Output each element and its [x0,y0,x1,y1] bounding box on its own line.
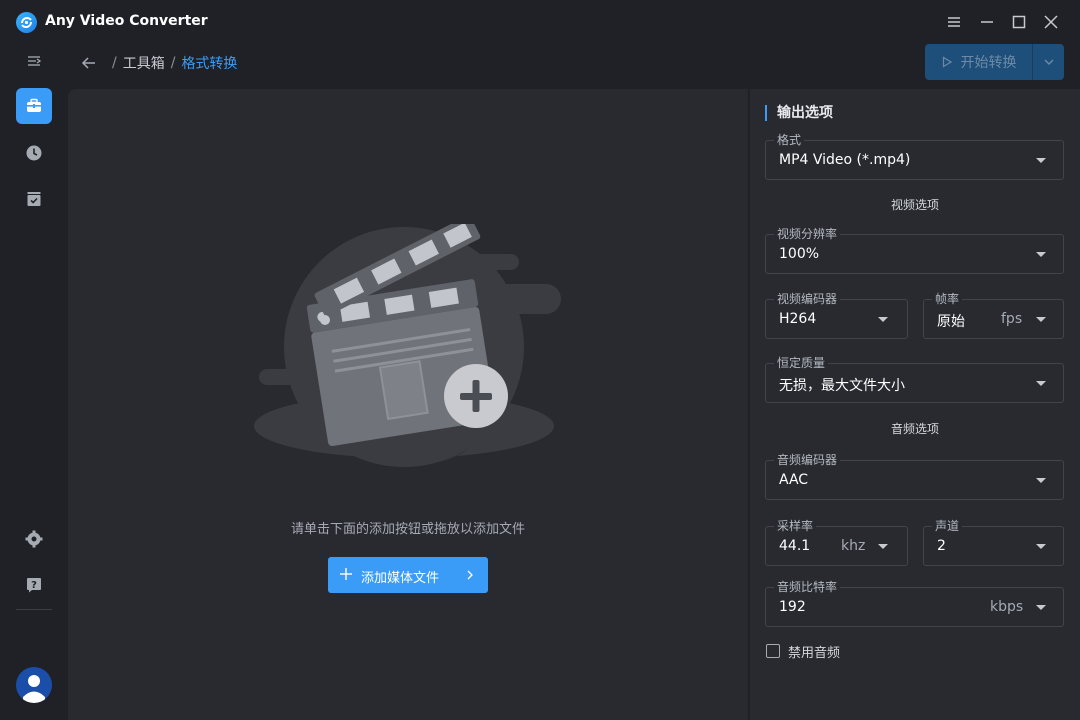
caret-down-icon [1036,317,1046,322]
caret-down-icon [878,317,888,322]
add-media-label: 添加媒体文件 [361,571,440,586]
quality-value: 无损，最大文件大小 [779,378,905,394]
video-codec-select[interactable]: 视频编码器 H264 [765,292,908,339]
sample-rate-label: 采样率 [774,519,817,533]
breadcrumb-format-convert: 格式转换 [181,56,238,72]
audio-codec-select[interactable]: 音频编码器 AAC [765,453,1064,500]
help-icon[interactable]: ? [16,567,52,603]
channels-select[interactable]: 声道 2 [923,519,1064,566]
close-icon[interactable] [1041,12,1061,32]
channels-value: 2 [937,538,946,554]
svg-text:?: ? [31,580,37,591]
back-arrow-icon[interactable] [80,54,98,72]
audio-codec-value: AAC [779,472,809,488]
framerate-value: 原始 [937,314,965,330]
caret-down-icon [1036,158,1046,163]
resolution-label: 视频分辨率 [774,227,841,241]
settings-icon[interactable] [16,521,52,557]
framerate-label: 帧率 [932,292,963,306]
output-options-panel: 输出选项 格式 MP4 Video (*.mp4) 视频选项 视频分辨率 100… [749,89,1080,720]
main-menu-icon[interactable] [944,12,964,32]
tasks-icon[interactable] [16,181,52,217]
caret-down-icon [1036,605,1046,610]
disable-audio-checkbox[interactable] [766,644,780,658]
maximize-icon[interactable] [1009,12,1029,32]
audio-bitrate-unit: kbps [990,599,1024,615]
play-icon [942,56,952,68]
quality-label: 恒定质量 [774,356,829,370]
video-codec-label: 视频编码器 [774,292,841,306]
quality-select[interactable]: 恒定质量 无损，最大文件大小 [765,356,1064,403]
breadcrumb-separator: / [170,55,176,71]
add-media-button[interactable]: 添加媒体文件 [328,557,488,593]
format-label: 格式 [774,133,805,147]
chevron-right-icon [467,570,473,580]
chevron-down-icon [1044,59,1053,65]
audio-options-heading: 音频选项 [890,422,939,436]
audio-bitrate-value: 192 [779,599,806,615]
minimize-icon[interactable] [977,12,997,32]
disable-audio-label: 禁用音频 [788,645,841,661]
user-avatar[interactable] [16,667,52,703]
sample-rate-select[interactable]: 采样率 44.1 khz [765,519,908,566]
caret-down-icon [1036,381,1046,386]
toolbox-icon[interactable] [16,88,52,124]
history-icon[interactable] [16,135,52,171]
audio-codec-label: 音频编码器 [774,453,841,467]
sample-rate-unit: khz [841,538,866,554]
start-convert-label: 开始转换 [960,55,1017,71]
title-bar: Any Video Converter [0,0,1080,44]
video-codec-value: H264 [779,311,817,327]
audio-bitrate-select[interactable]: 音频比特率 192 kbps [765,580,1064,627]
channels-label: 声道 [932,519,963,533]
menu-collapse-icon[interactable] [16,44,52,80]
resolution-value: 100% [779,246,820,262]
caret-down-icon [1036,544,1046,549]
breadcrumb-separator: / [112,55,117,71]
app-logo-icon [16,12,37,33]
breadcrumb-toolbox[interactable]: 工具箱 [123,53,165,73]
breadcrumb: / 工具箱 / 格式转换 [80,52,237,74]
sample-rate-value: 44.1 [779,538,811,554]
file-drop-zone[interactable]: 请单击下面的添加按钮或拖放以添加文件 添加媒体文件 [68,89,748,720]
app-title: Any Video Converter [45,13,208,29]
framerate-select[interactable]: 帧率 原始 fps [923,292,1064,339]
caret-down-icon [878,544,888,549]
caret-down-icon [1036,252,1046,257]
resolution-select[interactable]: 视频分辨率 100% [765,227,1064,274]
framerate-unit: fps [1001,311,1023,327]
start-convert-group: 开始转换 [925,44,1064,80]
clapperboard-illustration [254,224,561,467]
format-select[interactable]: 格式 MP4 Video (*.mp4) [765,133,1064,180]
format-value: MP4 Video (*.mp4) [779,152,911,168]
video-options-heading: 视频选项 [890,198,939,212]
caret-down-icon [1036,478,1046,483]
start-convert-dropdown[interactable] [1032,44,1064,80]
sidebar-divider [16,609,52,610]
output-options-title: 输出选项 [765,105,833,121]
drop-hint-text: 请单击下面的添加按钮或拖放以添加文件 [290,522,525,537]
audio-bitrate-label: 音频比特率 [774,580,841,594]
disable-audio-option[interactable]: 禁用音频 [766,642,841,661]
sidebar: ? [0,44,68,720]
plus-icon [340,568,352,580]
start-convert-button[interactable]: 开始转换 [925,44,1032,80]
